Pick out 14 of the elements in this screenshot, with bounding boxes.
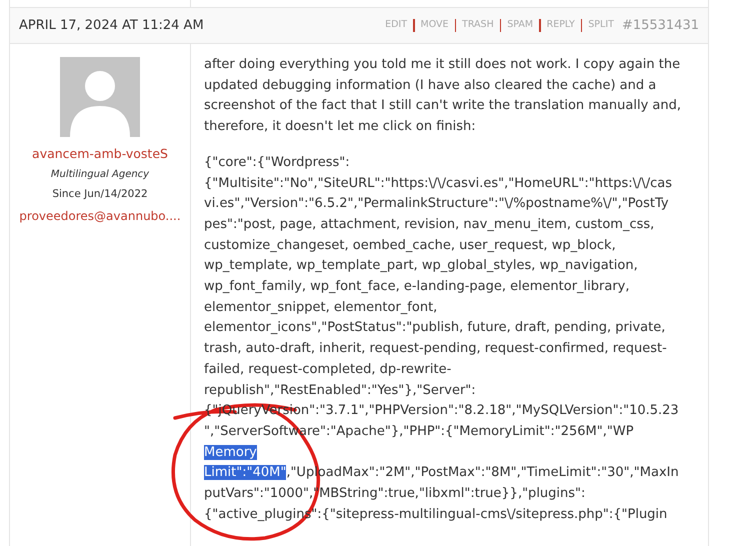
post-action-link[interactable]: EDIT [385,18,408,33]
post-action-link[interactable]: REPLY [546,18,575,33]
author-role: Multilingual Agency [50,168,150,182]
post-action-link[interactable]: SPAM [507,18,534,33]
author-email: proveedores@avannubo.... [19,208,181,224]
post-action-link[interactable]: TRASH [462,18,494,33]
post-action-link[interactable]: SPLIT [588,18,614,33]
post-action-link[interactable]: MOVE [420,18,449,33]
avatar-icon [60,57,140,137]
author-name-link[interactable]: avancem-amb-vosteS [32,145,168,164]
post-id-link[interactable]: #15531431 [622,16,699,36]
post-message: after doing everything you told me it still does not work. I copy again the updated debugging information (I have also cleared the cache) and a screenshot of the fact that I still can't write the translation manually and, therefore, it doesn't let me click on finish: [204,56,682,136]
post-date: APRIL 17, 2024 AT 11:24 AM [19,16,204,35]
member-since: Since Jun/14/2022 [52,186,148,202]
